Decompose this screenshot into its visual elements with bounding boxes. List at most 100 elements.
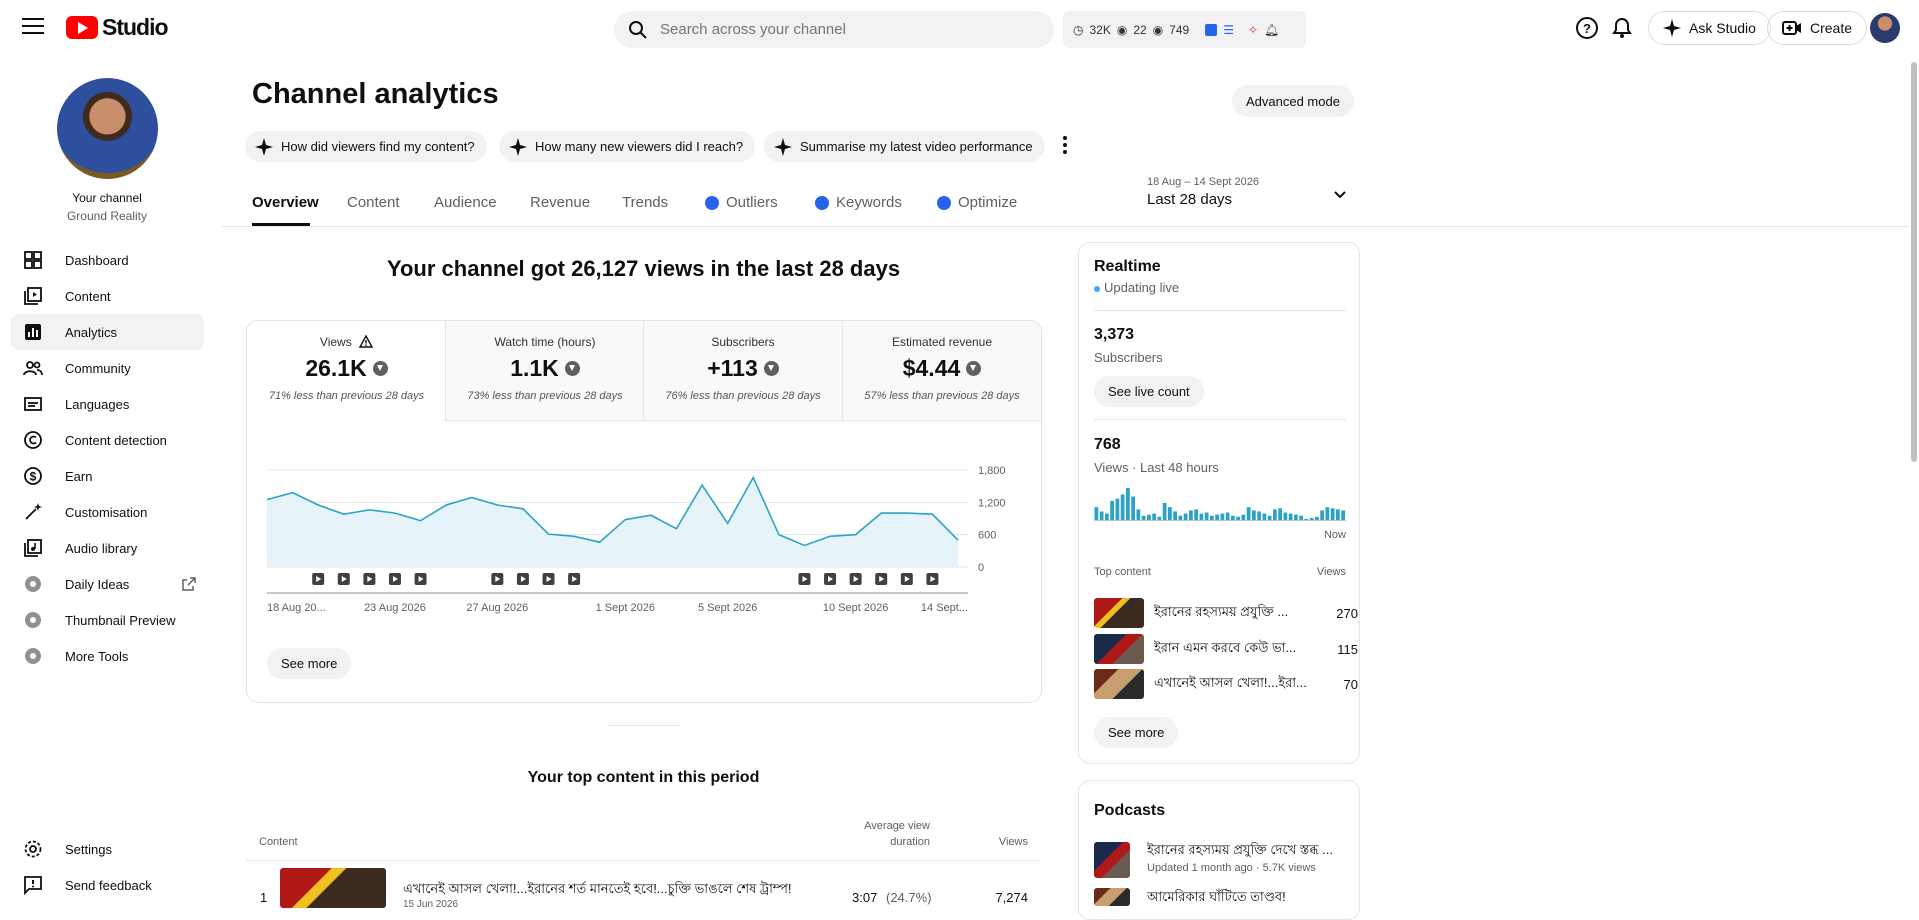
realtime-bar[interactable] bbox=[1278, 508, 1282, 520]
realtime-bar[interactable] bbox=[1330, 508, 1335, 520]
realtime-bar[interactable] bbox=[1110, 500, 1114, 520]
sidebar-item-daily-ideas[interactable]: Daily Ideas bbox=[11, 566, 204, 602]
data-point[interactable] bbox=[494, 502, 500, 508]
realtime-bar[interactable] bbox=[1099, 511, 1104, 520]
send-feedback-nav[interactable]: Send feedback bbox=[11, 867, 204, 903]
sidebar-item-thumbnail-preview[interactable]: Thumbnail Preview bbox=[11, 602, 204, 638]
data-point[interactable] bbox=[418, 518, 424, 524]
realtime-bar[interactable] bbox=[1273, 509, 1277, 520]
video-marker[interactable] bbox=[798, 573, 811, 585]
data-point[interactable] bbox=[750, 475, 756, 481]
search-input[interactable] bbox=[660, 21, 1020, 38]
data-point[interactable] bbox=[315, 502, 321, 508]
external-link-icon[interactable] bbox=[182, 577, 196, 594]
realtime-bar[interactable] bbox=[1157, 516, 1162, 520]
realtime-bar[interactable] bbox=[1183, 513, 1188, 520]
sidebar-item-content-detection[interactable]: Content detection bbox=[11, 422, 204, 458]
sidebar-item-customisation[interactable]: Customisation bbox=[11, 494, 204, 530]
menu-icon[interactable] bbox=[22, 18, 44, 36]
data-point[interactable] bbox=[366, 507, 372, 513]
realtime-bar[interactable] bbox=[1178, 515, 1183, 520]
metric-watch-time[interactable]: Watch time (hours) 1.1K 73% less than pr… bbox=[445, 321, 644, 420]
realtime-bar[interactable] bbox=[1267, 515, 1272, 520]
podcast-thumbnail[interactable] bbox=[1094, 888, 1130, 906]
realtime-bar[interactable] bbox=[1320, 510, 1324, 520]
video-marker[interactable] bbox=[388, 573, 401, 585]
podcast-thumbnail[interactable] bbox=[1094, 842, 1130, 878]
sidebar-item-community[interactable]: Community bbox=[11, 350, 204, 386]
ask-studio-button[interactable]: Ask Studio bbox=[1648, 11, 1771, 45]
views-line-chart[interactable]: 0 600 1,200 1,800 18 Aug 20... 23 Aug 2026 27 … bbox=[258, 455, 1018, 625]
realtime-bar[interactable] bbox=[1236, 516, 1240, 520]
realtime-bar[interactable] bbox=[1325, 507, 1330, 520]
realtime-bar[interactable] bbox=[1194, 509, 1198, 520]
data-point[interactable] bbox=[469, 494, 475, 500]
realtime-bar[interactable] bbox=[1152, 513, 1156, 520]
realtime-bar[interactable] bbox=[1168, 507, 1172, 520]
row-title[interactable]: এখানেই আসল খেলা!...ইরানের শর্ত মানতেই হব… bbox=[403, 880, 792, 901]
chip-summarise[interactable]: Summarise my latest video performance bbox=[764, 131, 1045, 162]
data-point[interactable] bbox=[622, 517, 628, 523]
channel-avatar[interactable] bbox=[57, 78, 158, 179]
data-point[interactable] bbox=[597, 539, 603, 545]
data-point[interactable] bbox=[904, 510, 910, 516]
data-point[interactable] bbox=[827, 533, 833, 539]
realtime-bar[interactable] bbox=[1120, 494, 1125, 520]
sidebar-item-audio-library[interactable]: Audio library bbox=[11, 530, 204, 566]
metric-revenue[interactable]: Estimated revenue $4.44 57% less than pr… bbox=[842, 321, 1041, 420]
realtime-bar[interactable] bbox=[1210, 515, 1214, 520]
realtime-item[interactable]: ইরান এমন করবে কেউ ভা... 115 bbox=[1094, 634, 1358, 664]
extension-stats-pill[interactable]: ◷ 32K ◉ 22 ◉ 749 ☰ ✧ 🔔︎ bbox=[1063, 11, 1306, 48]
tab-outliers[interactable]: Outliers bbox=[705, 194, 778, 211]
more-options-icon[interactable] bbox=[1063, 136, 1069, 157]
metric-views[interactable]: Views 26.1K 71% less than previous 28 da… bbox=[247, 321, 446, 420]
tab-audience[interactable]: Audience bbox=[434, 194, 497, 211]
sidebar-item-languages[interactable]: Languages bbox=[11, 386, 204, 422]
data-point[interactable] bbox=[443, 502, 449, 508]
realtime-bar[interactable] bbox=[1115, 498, 1120, 520]
video-marker[interactable] bbox=[337, 573, 350, 585]
realtime-bar[interactable] bbox=[1283, 512, 1288, 520]
realtime-bar[interactable] bbox=[1189, 510, 1193, 520]
data-point[interactable] bbox=[571, 533, 577, 539]
realtime-bar[interactable] bbox=[1262, 513, 1267, 520]
search-bar[interactable] bbox=[614, 11, 1054, 48]
data-point[interactable] bbox=[392, 510, 398, 516]
video-marker[interactable] bbox=[516, 573, 529, 585]
help-icon[interactable]: ? bbox=[1575, 16, 1599, 40]
data-point[interactable] bbox=[853, 532, 859, 538]
realtime-bar[interactable] bbox=[1141, 515, 1146, 520]
data-point[interactable] bbox=[290, 490, 296, 496]
realtime-bar[interactable] bbox=[1336, 509, 1340, 520]
bell-small-icon[interactable]: 🔔︎ bbox=[1264, 23, 1279, 37]
warning-icon[interactable] bbox=[358, 334, 374, 348]
see-live-count-button[interactable]: See live count bbox=[1094, 376, 1204, 407]
realtime-bar[interactable] bbox=[1220, 513, 1225, 520]
realtime-bar-chart[interactable] bbox=[1094, 486, 1346, 522]
realtime-bar[interactable] bbox=[1215, 514, 1219, 520]
realtime-bar[interactable] bbox=[1241, 514, 1246, 520]
realtime-see-more-button[interactable]: See more bbox=[1094, 717, 1179, 748]
video-marker[interactable] bbox=[849, 573, 862, 585]
data-point[interactable] bbox=[648, 512, 654, 518]
data-point[interactable] bbox=[801, 542, 807, 548]
account-avatar[interactable] bbox=[1870, 13, 1900, 43]
realtime-bar[interactable] bbox=[1136, 509, 1141, 520]
realtime-bar[interactable] bbox=[1294, 514, 1298, 520]
chip-new-viewers[interactable]: How many new viewers did I reach? bbox=[499, 131, 756, 162]
video-marker[interactable] bbox=[568, 573, 581, 585]
data-point[interactable] bbox=[955, 537, 961, 543]
tab-revenue[interactable]: Revenue bbox=[530, 194, 590, 211]
video-thumbnail[interactable] bbox=[280, 868, 386, 908]
realtime-bar[interactable] bbox=[1304, 518, 1309, 520]
realtime-bar[interactable] bbox=[1257, 511, 1261, 520]
chip-viewers-find[interactable]: How did viewers find my content? bbox=[245, 131, 487, 162]
realtime-bar[interactable] bbox=[1199, 513, 1204, 520]
realtime-bar[interactable] bbox=[1105, 513, 1109, 520]
data-point[interactable] bbox=[520, 506, 526, 512]
sidebar-item-dashboard[interactable]: Dashboard bbox=[11, 242, 204, 278]
video-marker[interactable] bbox=[414, 573, 427, 585]
realtime-bar[interactable] bbox=[1162, 502, 1167, 520]
realtime-bar[interactable] bbox=[1173, 511, 1177, 520]
data-point[interactable] bbox=[341, 511, 347, 517]
